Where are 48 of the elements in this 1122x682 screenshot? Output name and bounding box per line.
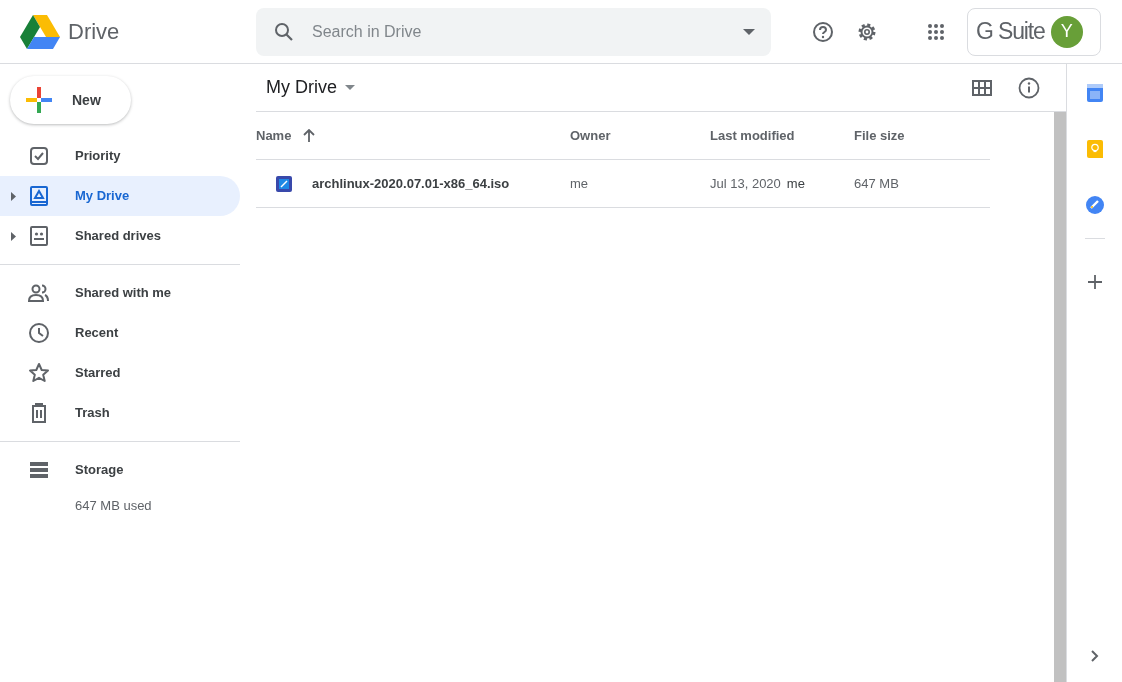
calendar-icon[interactable] <box>1086 84 1103 102</box>
app-name: Drive <box>68 18 120 46</box>
people-folder-icon <box>27 224 51 248</box>
expand-chevron-icon[interactable] <box>1090 650 1099 662</box>
suite-label: G Suite <box>976 17 1045 47</box>
storage-usage: 647 MB used <box>75 497 153 515</box>
dropdown-caret-icon <box>345 85 355 90</box>
plus-icon <box>26 87 52 113</box>
info-icon[interactable] <box>1018 76 1040 99</box>
search-field[interactable]: Search in Drive <box>312 19 743 44</box>
column-header[interactable]: Name <box>256 125 292 146</box>
clock-icon <box>27 321 51 345</box>
drive-folder-icon <box>27 184 51 208</box>
sort-arrow-icon[interactable] <box>303 129 316 142</box>
file-row[interactable]: archlinux-2020.07.01-x86_64.iso me Jul 13, 2020 me 647 MB <box>256 160 990 208</box>
help-icon[interactable] <box>811 19 835 44</box>
add-icon[interactable] <box>1087 275 1102 289</box>
task-check-icon[interactable] <box>1085 196 1104 214</box>
sidebar-item[interactable]: Starred <box>0 353 240 393</box>
sidebar-item[interactable]: Recent <box>0 313 240 353</box>
account-card[interactable]: G Suite Y <box>967 7 1101 56</box>
expand-arrow-icon[interactable] <box>11 191 16 201</box>
table-cell: 647 MB <box>854 175 899 191</box>
sidebar-item[interactable]: My Drive <box>0 176 240 216</box>
breadcrumb-button[interactable]: My Drive <box>256 74 359 101</box>
expand-arrow-icon[interactable] <box>11 231 16 241</box>
sidebar-item[interactable]: Shared with me <box>0 273 240 313</box>
table-cell-text: Jul 13, 2020 <box>710 174 781 193</box>
table-cell: me <box>570 175 589 191</box>
file-name: archlinux-2020.07.01-x86_64.iso <box>312 174 510 193</box>
drive-logo-icon <box>20 14 60 49</box>
column-header[interactable]: File size <box>854 125 905 146</box>
dropdown-caret-icon[interactable] <box>743 28 755 35</box>
disc-image-file-icon <box>276 175 292 192</box>
column-header[interactable]: Last modified <box>710 125 795 146</box>
grid-view-icon[interactable] <box>972 79 992 96</box>
table-cell-text: me <box>786 174 805 193</box>
scrollbar[interactable] <box>1054 112 1066 682</box>
checkbox-check-icon <box>27 144 51 168</box>
column-header[interactable]: Owner <box>570 125 611 146</box>
new-button[interactable]: New <box>10 76 131 124</box>
sidebar-item[interactable]: Priority <box>0 136 240 176</box>
star-icon <box>27 361 51 385</box>
apps-grid-icon[interactable] <box>927 22 945 41</box>
sidebar-item[interactable]: Storage <box>0 450 240 490</box>
sidebar-item[interactable]: Trash <box>0 393 240 433</box>
search-bar[interactable]: Search in Drive <box>256 7 771 56</box>
sidebar-item[interactable]: Shared drives <box>0 216 240 256</box>
